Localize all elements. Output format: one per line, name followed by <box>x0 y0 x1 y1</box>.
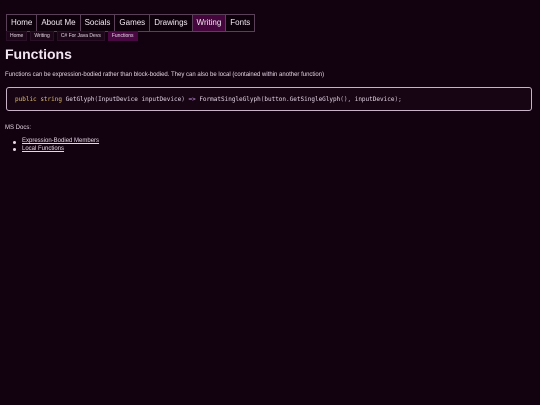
page: Home About Me Socials Games Drawings Wri… <box>0 0 540 405</box>
intro-text: Functions can be expression-bodied rathe… <box>5 72 325 78</box>
main-nav: Home About Me Socials Games Drawings Wri… <box>6 14 256 32</box>
page-title: Functions <box>5 46 72 62</box>
nav-item-home[interactable]: Home <box>7 15 38 31</box>
code-token: GetGlyph <box>62 96 95 103</box>
nav-item-drawings[interactable]: Drawings <box>150 15 193 31</box>
breadcrumb: Home Writing C# For Java Devs Functions <box>6 31 138 41</box>
code-block: public string GetGlyph(InputDevice input… <box>6 87 532 111</box>
code-token: string <box>40 96 62 103</box>
list-item: Local Functions <box>5 146 99 154</box>
code-token: public <box>15 96 37 103</box>
nav-item-games[interactable]: Games <box>115 15 151 31</box>
code-token: (), <box>340 96 355 103</box>
code-token: FormatSingleGlyph <box>199 96 261 103</box>
code-token: ); <box>394 96 402 103</box>
code-token: button <box>264 96 287 103</box>
nav-item-writing[interactable]: Writing <box>192 15 227 31</box>
ms-docs-label: MS Docs: <box>5 125 32 131</box>
code-token: GetSingleGlyph <box>289 96 341 103</box>
breadcrumb-writing[interactable]: Writing <box>30 31 54 41</box>
breadcrumb-home[interactable]: Home <box>6 31 28 41</box>
link-local-functions[interactable]: Local Functions <box>22 146 64 152</box>
code-token: => <box>184 96 200 103</box>
breadcrumb-functions[interactable]: Functions <box>107 31 138 41</box>
nav-item-socials[interactable]: Socials <box>81 15 116 31</box>
list-item: Expression-Bodied Members <box>5 138 99 146</box>
nav-item-about-me[interactable]: About Me <box>37 15 81 31</box>
ms-docs-links: Expression-Bodied Members Local Function… <box>5 138 99 153</box>
code-token: inputDevice <box>354 96 395 103</box>
nav-item-fonts[interactable]: Fonts <box>226 15 254 31</box>
link-expression-bodied-members[interactable]: Expression-Bodied Members <box>22 138 99 144</box>
code-token: InputDevice inputDevice <box>98 96 182 103</box>
breadcrumb-csharp-for-java-devs[interactable]: C# For Java Devs <box>56 31 105 41</box>
